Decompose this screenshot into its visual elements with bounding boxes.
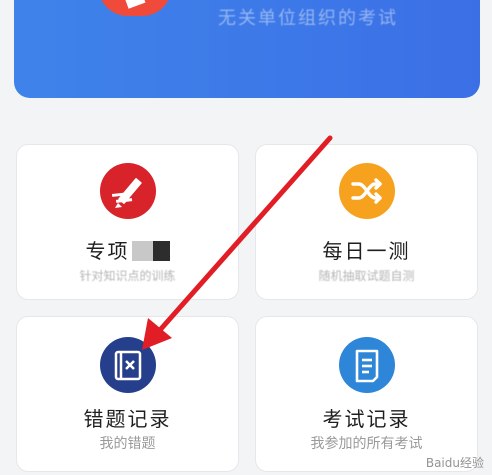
banner-text: 无关单位组织的考试 — [218, 8, 398, 29]
exam-home-page: 无关单位组织的考试 专项 针对知识点的训练 每日一测 随机抽取试题自测 错题记录… — [0, 0, 492, 475]
watermark: Baidu经验 — [425, 456, 484, 470]
card-exam-records[interactable]: 考试记录 我参加的所有考试 — [255, 316, 478, 472]
card-special-practice[interactable]: 专项 针对知识点的训练 — [16, 144, 239, 300]
card-daily-test[interactable]: 每日一测 随机抽取试题自测 — [255, 144, 478, 300]
organization-logo-icon — [98, 0, 172, 16]
pencil-badge-icon — [99, 163, 156, 219]
card-description: 我的错题 — [99, 436, 156, 452]
document-list-icon — [338, 337, 395, 393]
card-title: 每日一测 — [322, 239, 411, 263]
card-description: 针对知识点的训练 — [79, 269, 176, 283]
card-title: 考试记录 — [322, 407, 411, 431]
card-wrong-questions[interactable]: 错题记录 我的错题 — [16, 316, 239, 472]
top-banner[interactable]: 无关单位组织的考试 — [14, 0, 480, 98]
redaction-mask — [131, 241, 170, 261]
card-title: 错题记录 — [83, 407, 172, 431]
card-description: 随机抽取试题自测 — [318, 269, 415, 283]
card-description: 我参加的所有考试 — [310, 436, 423, 452]
wrong-book-icon — [99, 337, 156, 393]
card-title: 专项 — [17, 235, 238, 264]
shuffle-icon — [338, 163, 395, 219]
